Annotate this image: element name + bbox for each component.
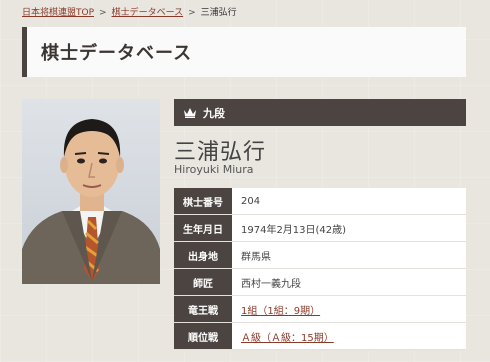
profile-value: 西村一義九段 bbox=[241, 278, 301, 290]
crown-icon bbox=[183, 107, 197, 118]
profile-row: 棋士番号 204 bbox=[174, 188, 466, 215]
profile-value-cell: 204 bbox=[232, 188, 466, 215]
rank-bar: 九段 bbox=[174, 99, 466, 126]
profile-row: 出身地 群馬県 bbox=[174, 241, 466, 269]
profile-value-cell: 1組（1組：9期） bbox=[232, 295, 466, 323]
profile-row: 生年月日 1974年2月13日(42歳) bbox=[174, 214, 466, 242]
profile-value: 204 bbox=[241, 195, 261, 207]
profile-value: 1974年2月13日(42歳) bbox=[241, 224, 347, 236]
profile-label: 師匠 bbox=[174, 268, 232, 296]
page-title: 棋士データベース bbox=[41, 43, 193, 64]
page-title-box: 棋士データベース bbox=[22, 27, 466, 77]
profile-value-cell: 群馬県 bbox=[232, 241, 466, 269]
breadcrumb-separator: > bbox=[99, 8, 107, 18]
profile-value-cell: 西村一義九段 bbox=[232, 268, 466, 296]
player-name-japanese: 三浦弘行 bbox=[174, 140, 267, 165]
breadcrumb-home-link[interactable]: 日本将棋連盟TOP bbox=[22, 8, 94, 18]
player-portrait-image bbox=[22, 99, 160, 284]
profile-label: 竜王戦 bbox=[174, 295, 232, 323]
rank-label: 九段 bbox=[203, 106, 225, 120]
profile-label: 出身地 bbox=[174, 241, 232, 269]
profile-table: 棋士番号 204 生年月日 1974年2月13日(42歳) 出身地 群馬県 師匠 西村一義九段… bbox=[174, 188, 466, 350]
breadcrumb-current: 三浦弘行 bbox=[200, 8, 237, 18]
profile-value-cell: Ａ級（Ａ級：15期） bbox=[232, 322, 466, 350]
profile-row: 師匠 西村一義九段 bbox=[174, 268, 466, 296]
profile-value-link[interactable]: 1組（1組：9期） bbox=[241, 306, 320, 317]
breadcrumb-separator: > bbox=[188, 8, 196, 18]
profile-label: 棋士番号 bbox=[174, 188, 232, 215]
player-photo bbox=[22, 99, 160, 284]
profile-row: 竜王戦 1組（1組：9期） bbox=[174, 295, 466, 323]
profile-label: 順位戦 bbox=[174, 322, 232, 350]
breadcrumb: 日本将棋連盟TOP > 棋士データベース > 三浦弘行 bbox=[22, 6, 237, 20]
profile-value-link[interactable]: Ａ級（Ａ級：15期） bbox=[241, 333, 334, 344]
player-name-english: Hiroyuki Miura bbox=[174, 163, 254, 176]
profile-row: 順位戦 Ａ級（Ａ級：15期） bbox=[174, 322, 466, 350]
profile-value-cell: 1974年2月13日(42歳) bbox=[232, 214, 466, 242]
profile-label: 生年月日 bbox=[174, 214, 232, 242]
profile-value: 群馬県 bbox=[241, 251, 271, 263]
breadcrumb-section-link[interactable]: 棋士データベース bbox=[112, 8, 184, 18]
